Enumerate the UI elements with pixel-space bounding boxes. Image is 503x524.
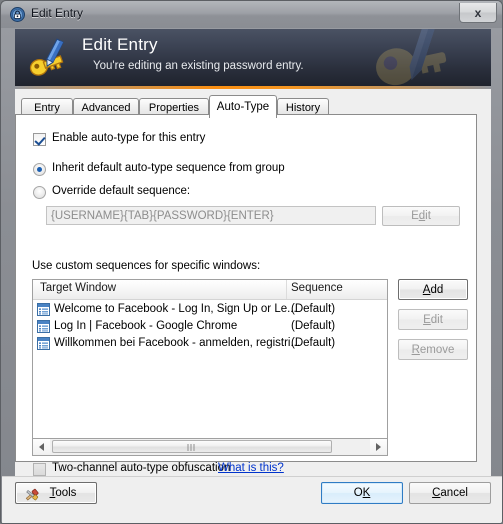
- cancel-button[interactable]: Cancel: [409, 482, 491, 504]
- sequence-edit-button[interactable]: Edit: [382, 206, 460, 226]
- cancel-button-label: Cancel: [432, 487, 468, 499]
- remove-button-label: Remove: [411, 343, 455, 356]
- what-is-this-link[interactable]: What is this?: [218, 462, 284, 474]
- tab-label: Entry: [34, 102, 60, 114]
- row-sequence: (Default): [291, 303, 336, 315]
- obfuscation-label: Two-channel auto-type obfuscation: [52, 462, 231, 474]
- sequence-input-value: {USERNAME}{TAB}{PASSWORD}{ENTER}: [51, 209, 274, 222]
- banner-subtitle: You're editing an existing password entr…: [93, 60, 304, 72]
- tab-label: Properties: [148, 102, 200, 114]
- tools-button[interactable]: Tools: [15, 482, 97, 504]
- override-sequence-label: Override default sequence:: [52, 185, 191, 197]
- edit-button-label: Edit: [423, 313, 443, 326]
- override-sequence-radio[interactable]: [33, 186, 46, 199]
- column-header-sequence[interactable]: Sequence: [291, 282, 343, 294]
- close-button[interactable]: x: [459, 3, 497, 23]
- row-sequence: (Default): [291, 320, 336, 332]
- dialog-body: Entry Advanced Properties Auto-Type Hist…: [15, 89, 491, 476]
- key-pencil-icon: [27, 37, 69, 79]
- scroll-right-arrow-icon[interactable]: [370, 439, 387, 454]
- row-sequence: (Default): [291, 337, 336, 349]
- remove-button[interactable]: Remove: [398, 339, 468, 360]
- tools-icon: [24, 488, 40, 502]
- column-header-target-window[interactable]: Target Window: [40, 282, 116, 294]
- list-horizontal-scrollbar[interactable]: [32, 439, 388, 456]
- row-target-window: Willkommen bei Facebook - anmelden, regi…: [54, 337, 301, 349]
- scrollbar-grip-icon: [187, 444, 197, 451]
- enable-autotype-label: Enable auto-type for this entry: [52, 132, 206, 144]
- table-row[interactable]: Welcome to Facebook - Log In, Sign Up or…: [33, 302, 387, 318]
- title-bar: Edit Entry x: [1, 1, 502, 28]
- key-pencil-watermark-icon: [335, 29, 485, 86]
- table-row[interactable]: Willkommen bei Facebook - anmelden, regi…: [33, 336, 387, 352]
- scrollbar-thumb[interactable]: [52, 440, 332, 453]
- window-title: Edit Entry: [31, 6, 84, 20]
- list-header: Target Window Sequence: [33, 280, 387, 300]
- row-target-window: Welcome to Facebook - Log In, Sign Up or…: [54, 303, 297, 315]
- tab-label: Auto-Type: [216, 101, 270, 113]
- banner-title: Edit Entry: [82, 35, 158, 54]
- add-button[interactable]: Add: [398, 279, 468, 300]
- window-list-icon: [37, 303, 50, 316]
- sequence-edit-label: Edit: [411, 210, 431, 222]
- custom-sequences-label: Use custom sequences for specific window…: [32, 260, 261, 272]
- enable-autotype-checkbox[interactable]: [33, 133, 46, 146]
- table-row[interactable]: Log In | Facebook - Google Chrome (Defau…: [33, 319, 387, 335]
- lock-circle-icon: [10, 7, 25, 22]
- tools-button-label: Tools: [49, 487, 77, 499]
- ok-button-label: OK: [353, 487, 371, 499]
- auto-type-panel: Enable auto-type for this entry Inherit …: [15, 114, 477, 476]
- scroll-left-arrow-icon[interactable]: [33, 439, 50, 454]
- target-window-list[interactable]: Target Window Sequence Welcome to Facebo…: [32, 279, 388, 439]
- sequence-input[interactable]: {USERNAME}{TAB}{PASSWORD}{ENTER}: [46, 206, 376, 225]
- close-icon: x: [474, 5, 482, 20]
- dialog-banner: Edit Entry You're editing an existing pa…: [15, 29, 491, 86]
- edit-entry-dialog: Edit Entry x Edit Entry You're editing a…: [0, 0, 503, 524]
- column-divider[interactable]: [286, 280, 287, 299]
- obfuscation-checkbox[interactable]: [33, 463, 46, 476]
- edit-button[interactable]: Edit: [398, 309, 468, 330]
- row-target-window: Log In | Facebook - Google Chrome: [54, 320, 238, 332]
- tab-auto-type[interactable]: Auto-Type: [209, 95, 277, 118]
- inherit-sequence-radio[interactable]: [33, 163, 46, 176]
- window-list-icon: [37, 337, 50, 350]
- window-list-icon: [37, 320, 50, 333]
- dialog-footer: Tools OK Cancel: [2, 476, 502, 523]
- tab-label: History: [285, 102, 321, 114]
- ok-button[interactable]: OK: [321, 482, 403, 504]
- tab-label: Advanced: [81, 102, 131, 114]
- add-button-label: Add: [422, 283, 444, 296]
- inherit-sequence-label: Inherit default auto-type sequence from …: [52, 162, 285, 174]
